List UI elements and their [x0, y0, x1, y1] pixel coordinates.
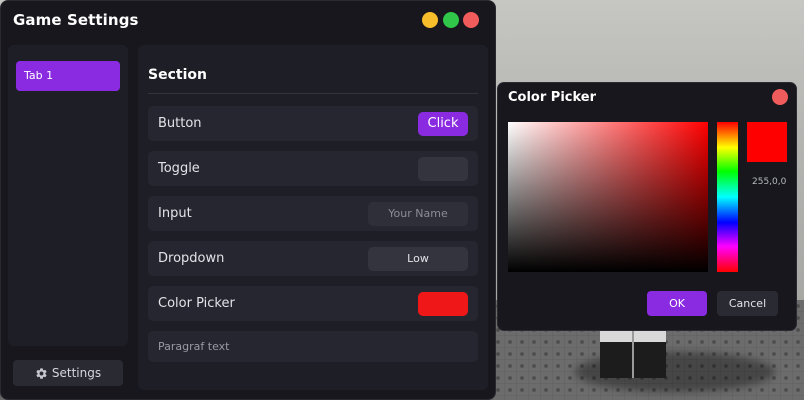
settings-label: Settings: [51, 366, 102, 380]
section-title: Section: [148, 67, 207, 83]
click-button[interactable]: Click: [418, 112, 468, 136]
dropdown-select[interactable]: Low: [368, 247, 468, 271]
paragraph-text: Paragraf text: [158, 340, 230, 353]
name-input[interactable]: Your Name: [368, 202, 468, 226]
section-divider: [148, 93, 478, 94]
gear-icon: [36, 367, 47, 379]
color-picker-row-label: Color Picker: [158, 296, 235, 311]
close-icon[interactable]: [463, 12, 479, 28]
maximize-icon[interactable]: [443, 12, 459, 28]
rgb-value-text: 255,0,0: [752, 177, 787, 187]
dropdown-row: Dropdown Low: [148, 241, 478, 276]
tab-1[interactable]: Tab 1: [16, 61, 120, 91]
button-row: Button Click: [148, 106, 478, 141]
settings-window: Game Settings Tab 1 Settings Section But…: [0, 0, 496, 400]
color-preview: [747, 122, 787, 162]
close-icon[interactable]: [772, 89, 788, 105]
leg-separator: [632, 330, 634, 378]
toggle-row-label: Toggle: [158, 161, 200, 176]
settings-button[interactable]: Settings: [13, 360, 123, 386]
sidebar: Tab 1: [8, 45, 128, 346]
ok-button[interactable]: OK: [647, 291, 707, 316]
color-swatch-button[interactable]: [418, 292, 468, 316]
toggle-switch[interactable]: [418, 157, 468, 181]
character-left-leg: [600, 342, 632, 378]
player-character: [600, 330, 666, 378]
color-picker-title: Color Picker: [508, 90, 597, 105]
character-right-leg: [634, 342, 666, 378]
input-row-label: Input: [158, 206, 192, 221]
cancel-button[interactable]: Cancel: [717, 291, 778, 316]
window-title: Game Settings: [13, 11, 139, 29]
toggle-row: Toggle: [148, 151, 478, 186]
content-panel: Section Button Click Toggle Input Your N…: [138, 45, 488, 390]
button-row-label: Button: [158, 116, 202, 131]
input-row: Input Your Name: [148, 196, 478, 231]
saturation-value-area[interactable]: [508, 122, 708, 272]
paragraph-row: Paragraf text: [148, 331, 478, 362]
minimize-icon[interactable]: [422, 12, 438, 28]
color-picker-dialog: Color Picker 255,0,0 OK Cancel: [497, 82, 797, 331]
hue-slider[interactable]: [717, 122, 738, 272]
color-picker-row: Color Picker: [148, 286, 478, 321]
dropdown-row-label: Dropdown: [158, 251, 225, 266]
